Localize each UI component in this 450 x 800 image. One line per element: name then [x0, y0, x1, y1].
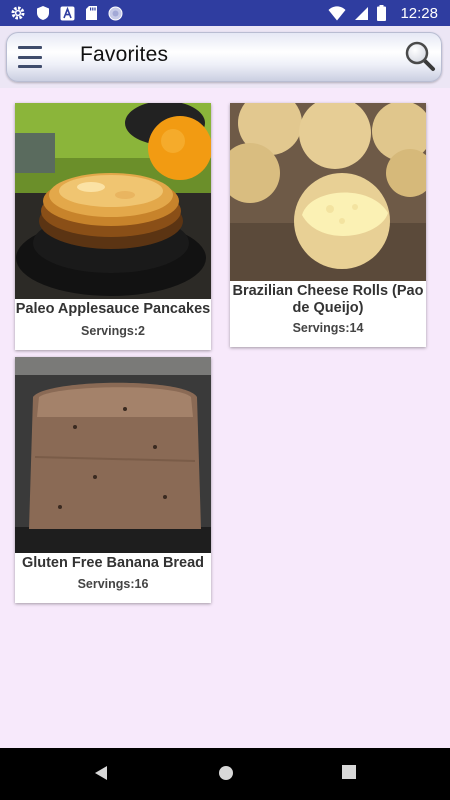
back-icon[interactable] — [94, 765, 108, 786]
cheese-rolls-photo — [230, 103, 426, 299]
app-bar: Favorites — [6, 32, 442, 82]
recipe-servings: Servings:2 — [81, 324, 145, 338]
status-right-icons: 12:28 — [328, 5, 438, 22]
circle-icon — [108, 6, 123, 21]
recipe-title: Paleo Applesauce Pancakes — [15, 301, 211, 317]
recents-icon[interactable] — [342, 765, 356, 784]
gear-icon — [10, 5, 26, 21]
recipe-servings: Servings:16 — [77, 577, 149, 591]
recipe-card[interactable]: Gluten Free Banana Bread Servings:16 — [15, 357, 211, 603]
status-bar: 12:28 — [0, 0, 450, 26]
wifi-icon — [328, 5, 346, 21]
recipe-card[interactable]: Paleo Applesauce Pancakes Servings:2 — [15, 103, 211, 350]
status-time: 12:28 — [400, 4, 438, 22]
recipe-card[interactable]: Brazilian Cheese Rolls (Pao de Queijo) S… — [230, 103, 426, 347]
shield-icon — [36, 5, 50, 21]
hamburger-menu-icon[interactable] — [18, 46, 42, 68]
battery-icon — [377, 5, 387, 21]
recipe-title: Brazilian Cheese Rolls (Pao de Queijo) — [232, 283, 424, 316]
recipe-servings: Servings:14 — [292, 321, 364, 335]
home-icon[interactable] — [218, 765, 234, 786]
search-icon[interactable] — [404, 40, 436, 72]
page-title: Favorites — [80, 43, 169, 66]
navigation-bar — [0, 748, 450, 800]
sd-card-icon — [85, 5, 98, 21]
a-box-icon — [60, 6, 75, 21]
recipe-title: Gluten Free Banana Bread — [21, 555, 205, 571]
signal-icon — [354, 6, 369, 21]
status-left-icons — [10, 5, 123, 21]
app-bar-container: Favorites — [0, 26, 450, 88]
pancakes-photo — [15, 103, 211, 299]
banana-bread-photo — [15, 357, 211, 553]
